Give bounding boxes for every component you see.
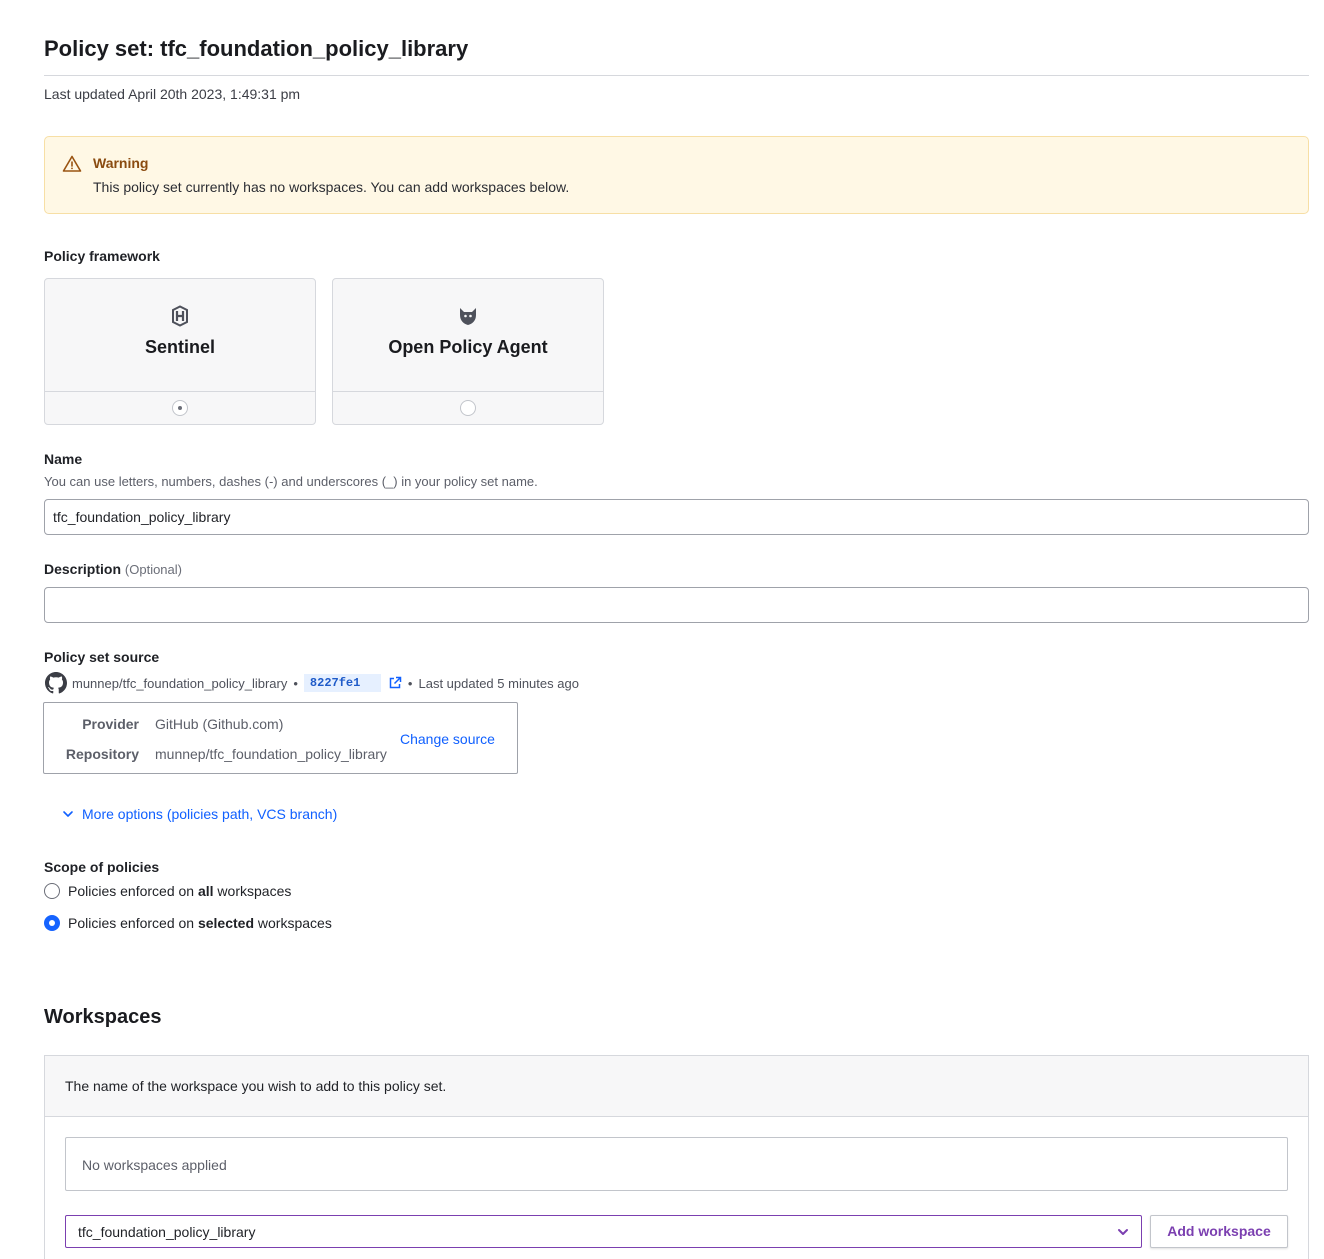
repository-key: Repository — [65, 746, 139, 762]
workspaces-panel: The name of the workspace you wish to ad… — [44, 1055, 1309, 1259]
source-repo-name: munnep/tfc_foundation_policy_library — [72, 675, 288, 691]
chevron-down-icon — [1118, 1229, 1128, 1235]
scope-text: workspaces — [254, 915, 332, 931]
framework-radio-sentinel[interactable] — [172, 400, 188, 416]
workspaces-panel-header: The name of the workspace you wish to ad… — [45, 1056, 1308, 1117]
provider-value: GitHub (Github.com) — [155, 716, 284, 732]
scope-text: Policies enforced on — [68, 915, 198, 931]
framework-card-title: Open Policy Agent — [388, 337, 548, 357]
description-label: Description (Optional) — [44, 561, 182, 577]
opa-icon — [460, 308, 476, 325]
provider-key: Provider — [82, 716, 139, 732]
policy-set-page: Policy set: tfc_foundation_policy_librar… — [0, 0, 1324, 1259]
scope-text: workspaces — [213, 883, 292, 899]
scope-emphasis: selected — [197, 915, 255, 931]
scope-emphasis: all — [197, 883, 214, 899]
chevron-down-icon — [63, 811, 73, 817]
commit-sha-badge[interactable]: 8227fe1 — [303, 674, 381, 692]
scope-radio-all[interactable] — [44, 883, 60, 899]
workspace-select-value: tfc_foundation_policy_library — [78, 1224, 256, 1240]
github-icon — [45, 672, 67, 694]
scope-text: Policies enforced on — [68, 883, 198, 899]
framework-radio-opa[interactable] — [460, 400, 476, 416]
scope-label: Scope of policies — [44, 859, 160, 875]
scope-option-label: Policies enforced on selected workspaces — [68, 915, 332, 931]
framework-card-body: Open Policy Agent — [333, 279, 603, 392]
last-updated-text: Last updated April 20th 2023, 1:49:31 pm — [44, 86, 301, 102]
scope-option-label: Policies enforced on all workspaces — [68, 883, 291, 899]
framework-card-opa[interactable]: Open Policy Agent — [332, 278, 604, 425]
page-title: Policy set: tfc_foundation_policy_librar… — [44, 36, 469, 61]
more-options-toggle[interactable]: More options (policies path, VCS branch) — [62, 806, 337, 822]
source-last-updated: Last updated 5 minutes ago — [418, 675, 579, 691]
framework-card-sentinel[interactable]: Sentinel — [44, 278, 316, 425]
framework-card-body: Sentinel — [45, 279, 315, 392]
workspaces-hint: The name of the workspace you wish to ad… — [65, 1078, 447, 1094]
source-details-box: Provider GitHub (Github.com) Repository … — [43, 702, 518, 774]
policy-set-source-label: Policy set source — [44, 649, 160, 665]
change-source-link[interactable]: Change source — [400, 731, 495, 747]
name-label: Name — [44, 451, 83, 467]
optional-tag: (Optional) — [124, 562, 182, 577]
applied-workspaces-list: No workspaces applied — [65, 1137, 1288, 1191]
sentinel-icon — [172, 305, 188, 327]
warning-title: Warning — [93, 155, 149, 171]
warning-alert: Warning This policy set currently has no… — [44, 136, 1309, 214]
title-divider — [44, 75, 1309, 76]
separator-dot: • — [407, 675, 413, 691]
workspaces-heading: Workspaces — [44, 1006, 162, 1028]
repository-value: munnep/tfc_foundation_policy_library — [155, 746, 387, 762]
description-input[interactable] — [44, 587, 1309, 623]
external-link-icon[interactable] — [388, 676, 402, 690]
more-options-label: More options (policies path, VCS branch) — [82, 806, 338, 822]
add-workspace-button[interactable]: Add workspace — [1150, 1215, 1288, 1248]
source-summary: munnep/tfc_foundation_policy_library • 8… — [44, 672, 579, 694]
workspace-select[interactable]: tfc_foundation_policy_library — [65, 1215, 1142, 1248]
scope-option-selected[interactable]: Policies enforced on selected workspaces — [44, 915, 332, 931]
empty-state-text: No workspaces applied — [82, 1157, 227, 1173]
scope-option-all[interactable]: Policies enforced on all workspaces — [44, 883, 291, 899]
name-input[interactable]: tfc_foundation_policy_library — [44, 499, 1309, 535]
description-label-text: Description — [44, 561, 122, 577]
framework-card-title: Sentinel — [144, 337, 215, 357]
policy-framework-label: Policy framework — [44, 248, 160, 264]
alert-triangle-icon — [62, 155, 82, 172]
separator-dot: • — [293, 675, 298, 691]
name-help-text: You can use letters, numbers, dashes (-)… — [44, 474, 538, 489]
scope-radio-selected[interactable] — [44, 915, 60, 931]
warning-message: This policy set currently has no workspa… — [93, 179, 570, 195]
